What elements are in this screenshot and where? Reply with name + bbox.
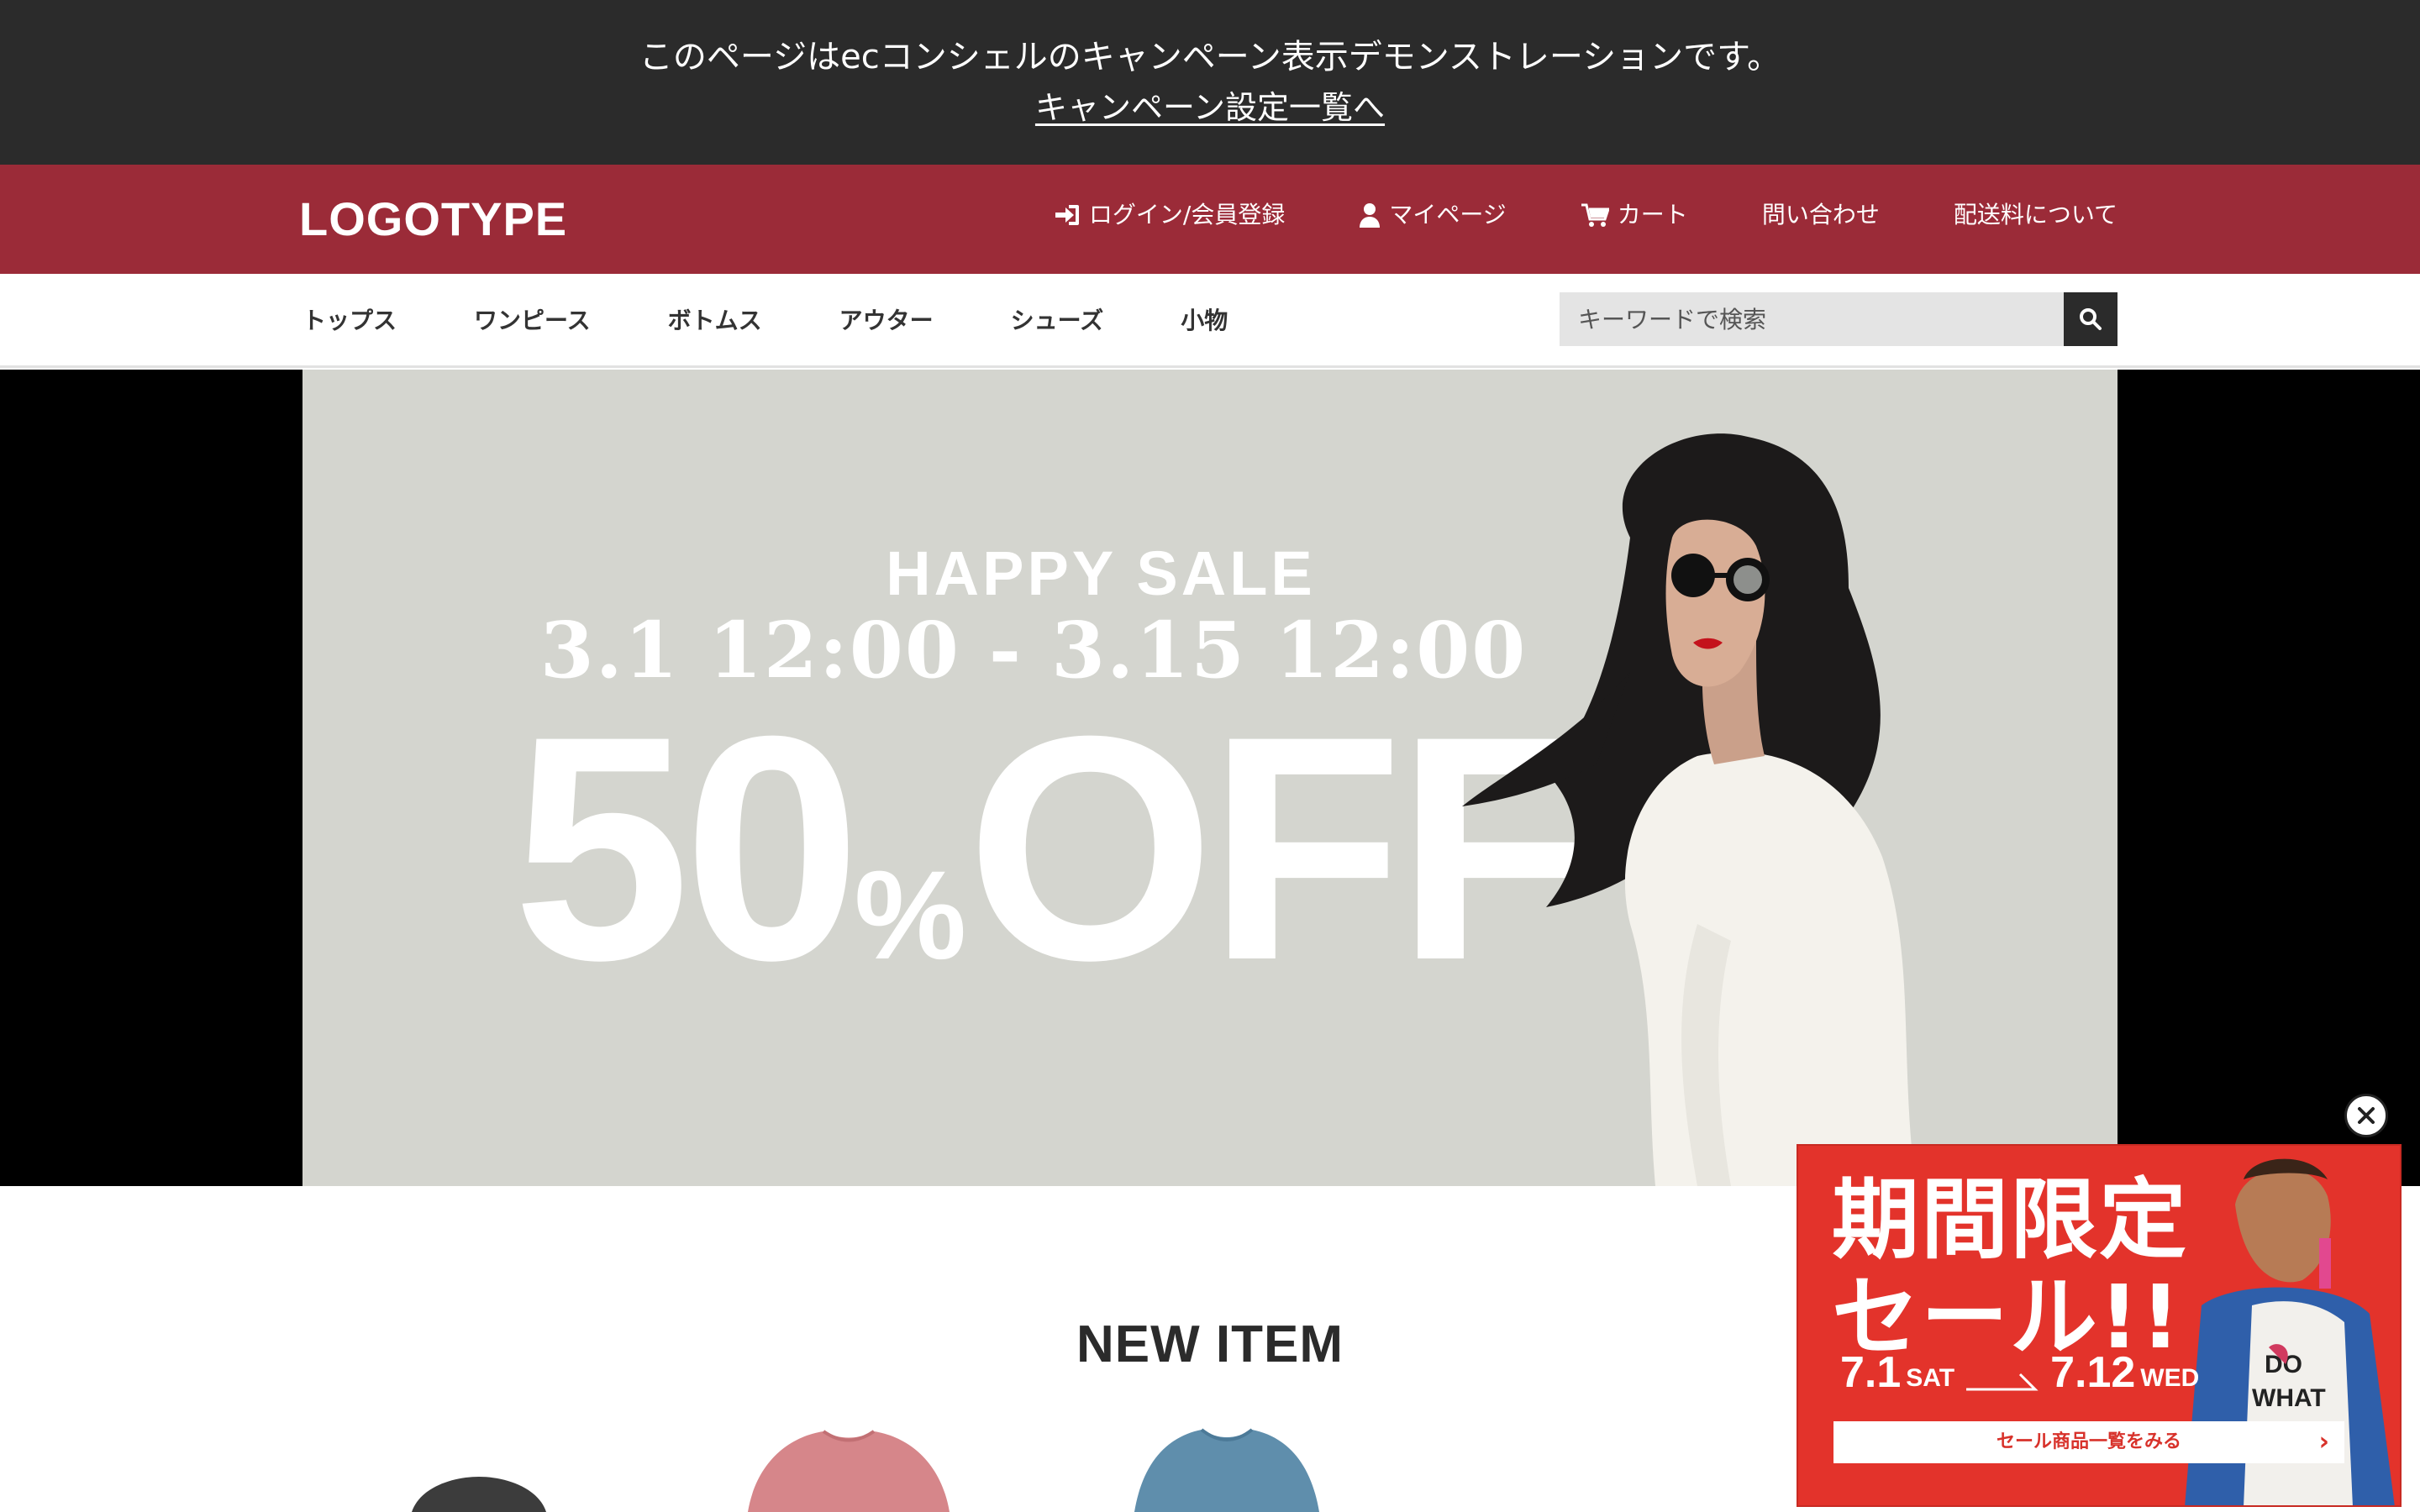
hero-banner[interactable]: HAPPY SALE 3.1 12:00 - 3.15 12:00 50%OFF: [302, 370, 2118, 1186]
notice-message: このページはecコンシェルのキャンペーン表示デモンストレーションです。: [639, 38, 1781, 76]
cart-label: カート: [1617, 201, 1688, 228]
hero-discount-number: 50: [513, 669, 861, 1026]
category-bottoms[interactable]: ボトムス: [668, 304, 762, 338]
hero-sale-title: HAPPY SALE: [886, 538, 1316, 608]
sale-popup[interactable]: DO WHAT MAKES 期間限定 セール!! 7.1 SAT 7.12 WE…: [1797, 1144, 2402, 1507]
popup-start-date: 7.1: [1840, 1348, 1902, 1397]
contact-label: 問い合わせ: [1761, 201, 1880, 228]
login-register-link[interactable]: ログイン/会員登録: [1054, 198, 1285, 232]
login-icon: [1055, 205, 1079, 225]
svg-text:WHAT: WHAT: [2252, 1384, 2326, 1412]
contact-link[interactable]: 問い合わせ: [1762, 198, 1880, 232]
product-thumbnail[interactable]: [731, 1420, 966, 1512]
user-icon: [1360, 203, 1381, 228]
close-icon: [2358, 1107, 2375, 1124]
chevron-right-icon: ›: [2318, 1427, 2329, 1457]
search-input[interactable]: [1560, 292, 2064, 346]
popup-start-dow: SAT: [1906, 1364, 1955, 1392]
popup-title: 期間限定 セール!!: [1832, 1171, 2188, 1366]
shipping-info-link[interactable]: 配送料について: [1954, 198, 2118, 232]
view-sale-items-button[interactable]: セール商品一覧をみる ›: [1833, 1421, 2344, 1463]
product-thumbnail[interactable]: [403, 1470, 555, 1512]
popup-sale-period: 7.1 SAT 7.12 WED: [1840, 1347, 2199, 1398]
hero-discount: 50%OFF: [513, 689, 1591, 1074]
category-accessories[interactable]: 小物: [1181, 304, 1228, 338]
search-form: [1560, 292, 2118, 346]
shipping-info-label: 配送料について: [1953, 201, 2118, 228]
login-register-label: ログイン/会員登録: [1088, 201, 1286, 228]
view-sale-items-label: セール商品一覧をみる: [1996, 1431, 2181, 1452]
search-icon: [2080, 308, 2102, 330]
cart-icon: [1581, 203, 1609, 227]
category-nav: トップス ワンピース ボトムス アウター シューズ 小物: [0, 274, 2420, 368]
hero-model-image: [1462, 433, 1916, 1186]
product-thumbnail[interactable]: [1126, 1420, 1328, 1512]
search-button[interactable]: [2064, 292, 2118, 346]
mypage-label: マイページ: [1389, 201, 1507, 228]
site-header: LOGOTYPE ログイン/会員登録 マイページ カート 問い合わせ 配送料につ…: [0, 165, 2420, 274]
site-logo[interactable]: LOGOTYPE: [299, 192, 567, 247]
demo-notice-bar: このページはecコンシェルのキャンペーン表示デモンストレーションです。 キャンペ…: [0, 0, 2420, 165]
page: このページはecコンシェルのキャンペーン表示デモンストレーションです。 キャンペ…: [0, 0, 2420, 1512]
hero-discount-pct: %: [854, 844, 967, 985]
period-arrow-icon: [1966, 1373, 2039, 1391]
popup-close-button[interactable]: [2344, 1094, 2388, 1137]
cart-link[interactable]: カート: [1581, 198, 1688, 232]
campaign-settings-link[interactable]: キャンペーン設定一覧へ: [1035, 89, 1385, 126]
category-outer[interactable]: アウター: [839, 304, 934, 338]
category-onepiece[interactable]: ワンピース: [474, 304, 591, 338]
mypage-link[interactable]: マイページ: [1359, 198, 1507, 232]
category-tops[interactable]: トップス: [302, 304, 397, 338]
popup-end-dow: WED: [2140, 1364, 2200, 1392]
header-nav: ログイン/会員登録 マイページ カート 問い合わせ 配送料について: [980, 198, 2118, 232]
category-shoes[interactable]: シューズ: [1011, 304, 1104, 338]
popup-end-date: 7.12: [2050, 1348, 2136, 1397]
popup-title-line1: 期間限定: [1832, 1168, 2189, 1271]
